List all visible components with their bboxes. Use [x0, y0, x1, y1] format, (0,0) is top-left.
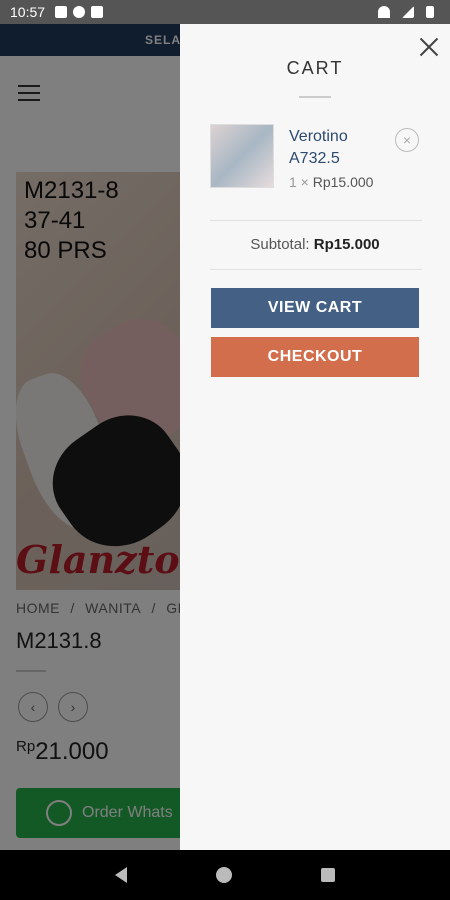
subtotal-value: Rp15.000: [313, 236, 380, 253]
system-nav-bar: [0, 850, 450, 900]
notification-icon: [91, 6, 104, 18]
cart-title: CART: [286, 58, 344, 78]
cart-item: Verotino A732.5 1 × Rp15.000 ×: [210, 124, 424, 198]
back-icon[interactable]: [114, 867, 127, 883]
recents-icon[interactable]: [321, 868, 336, 882]
cart-item-thumbnail[interactable]: [210, 124, 274, 188]
cart-item-price: Rp15.000: [312, 174, 374, 190]
signal-icon: [402, 6, 414, 18]
checkout-button[interactable]: CHECKOUT: [211, 337, 419, 377]
cart-item-qty: 1 ×: [289, 174, 309, 190]
title-underline: [299, 96, 331, 98]
status-time: 10:57: [10, 4, 46, 20]
close-icon[interactable]: [418, 36, 440, 58]
remove-item-button[interactable]: ×: [395, 128, 419, 152]
divider: [210, 269, 422, 270]
battery-icon: [426, 6, 434, 18]
cart-subtotal: Subtotal: Rp15.000: [180, 236, 450, 253]
wifi-icon: [378, 6, 390, 18]
notification-icon: [73, 6, 86, 18]
notification-icon: [55, 6, 68, 18]
status-bar: 10:57: [0, 0, 450, 24]
view-cart-button[interactable]: VIEW CART: [211, 288, 419, 328]
remove-icon: ×: [402, 132, 412, 148]
cart-item-name[interactable]: Verotino A732.5: [289, 126, 389, 170]
subtotal-label: Subtotal:: [250, 236, 310, 253]
cart-drawer: CART Verotino A732.5 1 × Rp15.000 × Subt…: [180, 24, 450, 850]
home-icon[interactable]: [215, 867, 232, 883]
divider: [210, 220, 422, 221]
cart-item-quantity: 1 × Rp15.000: [289, 174, 373, 190]
